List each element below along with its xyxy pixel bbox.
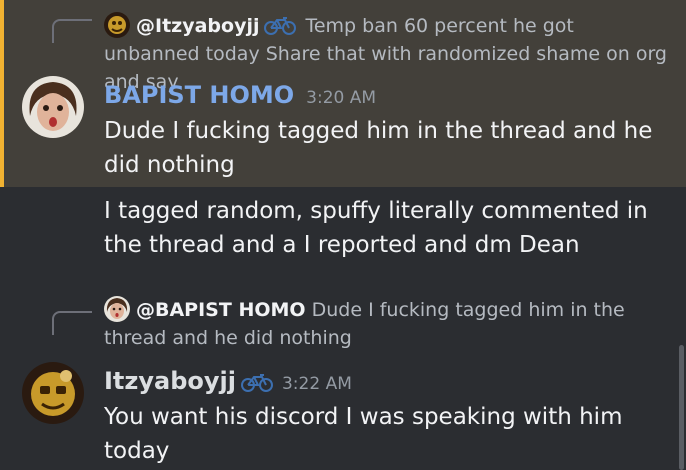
bicycle-icon (240, 372, 274, 392)
reply-avatar[interactable] (104, 296, 130, 322)
timestamp: 3:22 AM (281, 374, 352, 394)
reply-preview[interactable]: @BAPIST HOMO Dude I fucking tagged him i… (104, 296, 674, 352)
reply-author[interactable]: @Itzyaboyjj (136, 15, 259, 37)
message-text: Dude I fucking tagged him in the thread … (104, 118, 653, 178)
timestamp: 3:20 AM (306, 88, 377, 108)
reply-author[interactable]: @BAPIST HOMO (136, 299, 306, 321)
message-header: Itzyaboyjj 3:22 AM (104, 366, 352, 396)
message-text: You want his discord I was speaking with… (104, 404, 623, 464)
message-header: BAPIST HOMO 3:20 AM (104, 80, 376, 110)
message-text: I tagged random, spuffy literally commen… (104, 198, 648, 258)
author-avatar[interactable] (22, 362, 84, 424)
author-name[interactable]: Itzyaboyjj (104, 367, 236, 395)
scrollbar[interactable] (679, 345, 684, 470)
author-avatar[interactable] (22, 76, 84, 138)
bicycle-icon (263, 15, 297, 35)
author-name[interactable]: BAPIST HOMO (104, 81, 294, 109)
reply-connector (52, 19, 92, 43)
reply-connector (52, 311, 92, 335)
reply-avatar[interactable] (104, 12, 130, 38)
